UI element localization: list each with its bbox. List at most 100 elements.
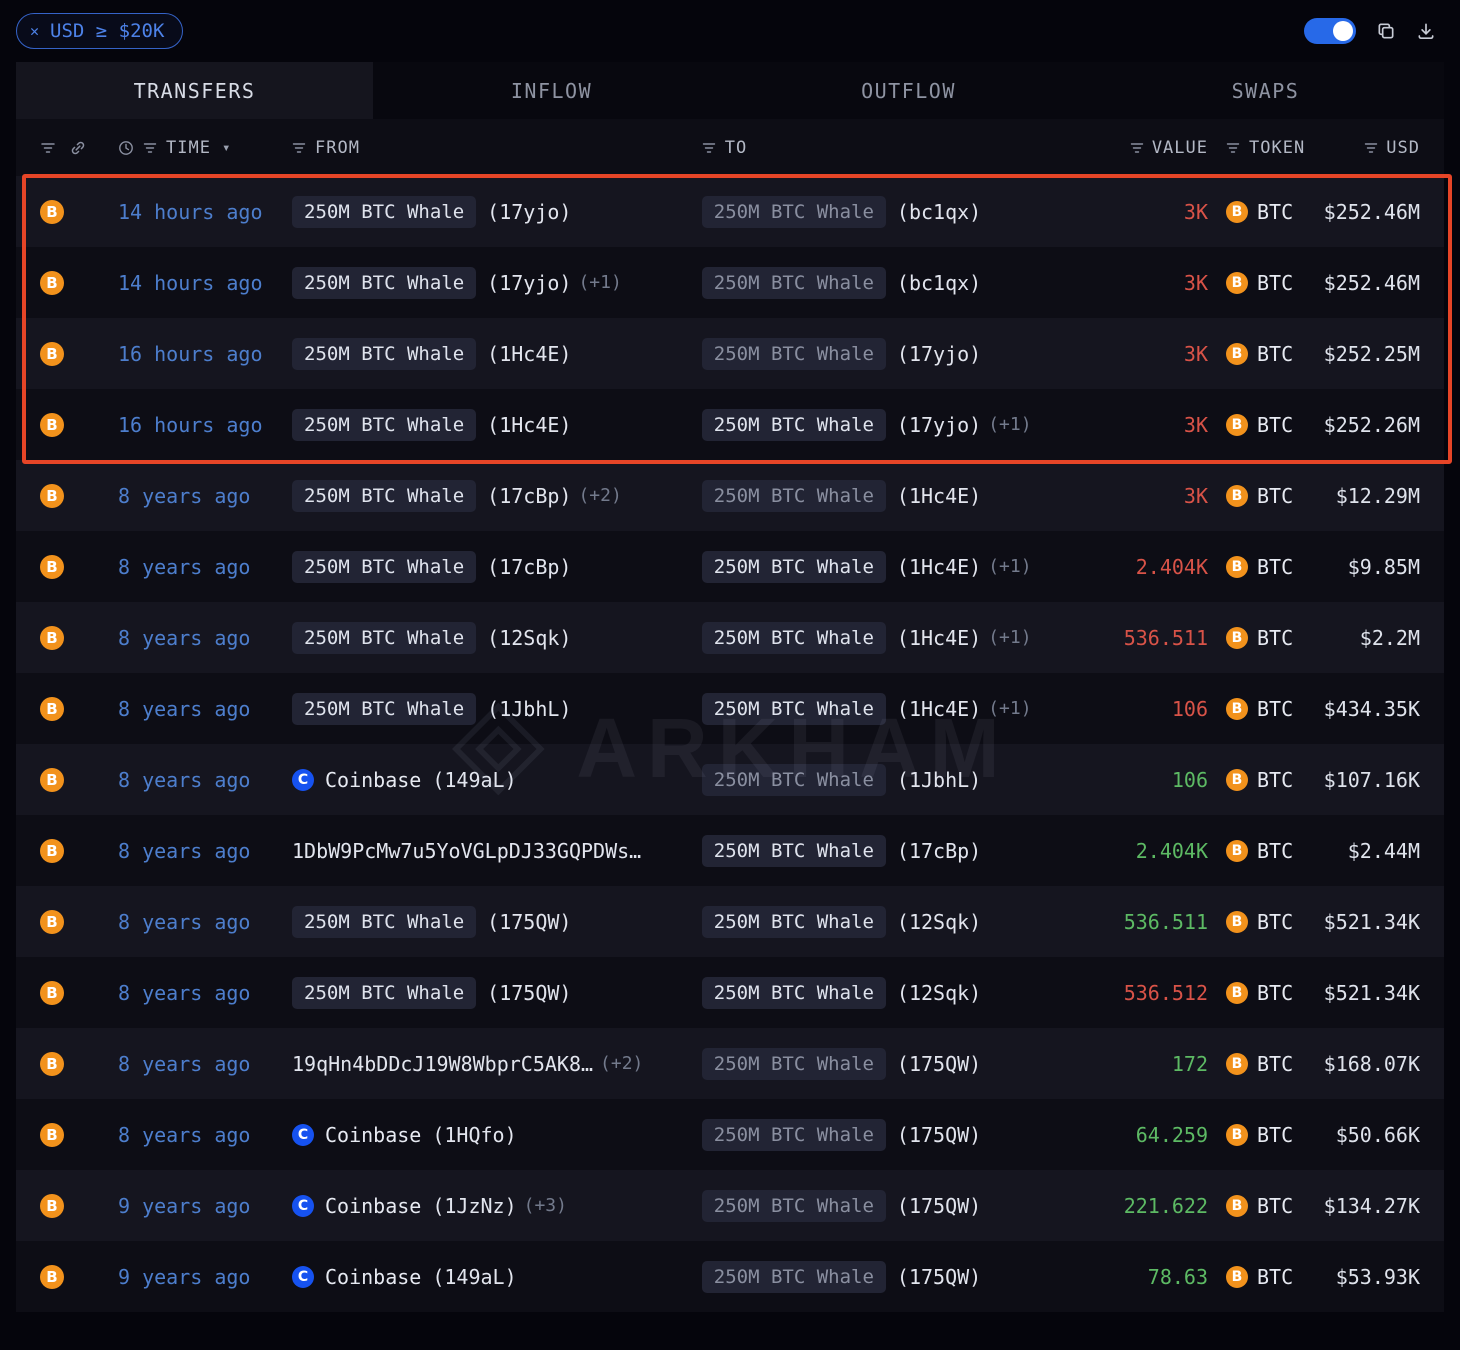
filter-icon[interactable] bbox=[1364, 141, 1378, 155]
entity-badge[interactable]: 250M BTC Whale bbox=[702, 480, 886, 512]
table-row[interactable]: B 8 years ago 250M BTC Whale(17cBp) 250M… bbox=[16, 531, 1444, 602]
entity-badge[interactable]: 250M BTC Whale bbox=[702, 409, 886, 441]
filter-icon[interactable] bbox=[1226, 141, 1240, 155]
address-short[interactable]: (149aL) bbox=[432, 1265, 516, 1289]
table-row[interactable]: B 8 years ago 250M BTC Whale(1JbhL) 250M… bbox=[16, 673, 1444, 744]
tab-outflow[interactable]: OUTFLOW bbox=[730, 62, 1087, 119]
entity-badge[interactable]: 250M BTC Whale bbox=[292, 196, 476, 228]
entity-badge[interactable]: 250M BTC Whale bbox=[292, 906, 476, 938]
address-short[interactable]: (12Sqk) bbox=[897, 981, 981, 1005]
header-usd[interactable]: USD bbox=[1316, 138, 1420, 158]
entity-name[interactable]: Coinbase bbox=[325, 768, 421, 792]
table-row[interactable]: B 16 hours ago 250M BTC Whale(1Hc4E) 250… bbox=[16, 318, 1444, 389]
address-short[interactable]: (1Hc4E) bbox=[897, 626, 981, 650]
entity-badge[interactable]: 250M BTC Whale bbox=[702, 196, 886, 228]
entity-badge[interactable]: 250M BTC Whale bbox=[292, 977, 476, 1009]
address-short[interactable]: (17yjo) bbox=[897, 342, 981, 366]
address-short[interactable]: (1Hc4E) bbox=[487, 413, 571, 437]
row-time[interactable]: 8 years ago bbox=[118, 555, 292, 579]
filter-lines-icon[interactable] bbox=[40, 140, 56, 156]
address-short[interactable]: (175QW) bbox=[897, 1052, 981, 1076]
address-short[interactable]: (1JzNz) bbox=[432, 1194, 516, 1218]
filter-icon[interactable] bbox=[702, 141, 716, 155]
tab-inflow[interactable]: INFLOW bbox=[373, 62, 730, 119]
address-short[interactable]: (1Hc4E) bbox=[897, 484, 981, 508]
table-row[interactable]: B 8 years ago 19qHn4bDDcJ19W8WbprC5AK8…(… bbox=[16, 1028, 1444, 1099]
table-row[interactable]: B 8 years ago 1DbW9PcMw7u5YoVGLpDJ33GQPD… bbox=[16, 815, 1444, 886]
address-text[interactable]: 19qHn4bDDcJ19W8WbprC5AK8… bbox=[292, 1052, 593, 1076]
row-time[interactable]: 16 hours ago bbox=[118, 342, 292, 366]
table-row[interactable]: B 16 hours ago 250M BTC Whale(1Hc4E) 250… bbox=[16, 389, 1444, 460]
address-short[interactable]: (17yjo) bbox=[487, 200, 571, 224]
header-token[interactable]: TOKEN bbox=[1208, 138, 1316, 158]
row-time[interactable]: 8 years ago bbox=[118, 697, 292, 721]
entity-badge[interactable]: 250M BTC Whale bbox=[702, 338, 886, 370]
row-time[interactable]: 8 years ago bbox=[118, 839, 292, 863]
address-short[interactable]: (12Sqk) bbox=[487, 626, 571, 650]
row-time[interactable]: 14 hours ago bbox=[118, 200, 292, 224]
header-to[interactable]: TO bbox=[702, 138, 1092, 158]
table-row[interactable]: B 8 years ago CCoinbase(149aL) 250M BTC … bbox=[16, 744, 1444, 815]
tab-transfers[interactable]: TRANSFERS bbox=[16, 62, 373, 119]
table-row[interactable]: B 8 years ago 250M BTC Whale(12Sqk) 250M… bbox=[16, 602, 1444, 673]
address-short[interactable]: (175QW) bbox=[487, 910, 571, 934]
table-row[interactable]: B 8 years ago 250M BTC Whale(175QW) 250M… bbox=[16, 957, 1444, 1028]
header-from[interactable]: FROM bbox=[292, 138, 702, 158]
row-time[interactable]: 9 years ago bbox=[118, 1265, 292, 1289]
row-time[interactable]: 8 years ago bbox=[118, 626, 292, 650]
address-short[interactable]: (17cBp) bbox=[487, 484, 571, 508]
table-row[interactable]: B 8 years ago CCoinbase(1HQfo) 250M BTC … bbox=[16, 1099, 1444, 1170]
row-time[interactable]: 9 years ago bbox=[118, 1194, 292, 1218]
entity-badge[interactable]: 250M BTC Whale bbox=[292, 409, 476, 441]
entity-badge[interactable]: 250M BTC Whale bbox=[702, 693, 886, 725]
table-row[interactable]: B 8 years ago 250M BTC Whale(17cBp)(+2) … bbox=[16, 460, 1444, 531]
address-short[interactable]: (12Sqk) bbox=[897, 910, 981, 934]
filter-icon[interactable] bbox=[292, 141, 306, 155]
row-time[interactable]: 16 hours ago bbox=[118, 413, 292, 437]
address-short[interactable]: (175QW) bbox=[897, 1265, 981, 1289]
address-text[interactable]: 1DbW9PcMw7u5YoVGLpDJ33GQPDWs… bbox=[292, 839, 641, 863]
address-short[interactable]: (1HQfo) bbox=[432, 1123, 516, 1147]
header-time[interactable]: TIME ▾ bbox=[118, 138, 292, 158]
entity-badge[interactable]: 250M BTC Whale bbox=[292, 622, 476, 654]
entity-name[interactable]: Coinbase bbox=[325, 1123, 421, 1147]
filter-icon[interactable] bbox=[1130, 141, 1144, 155]
filter-icon[interactable] bbox=[143, 141, 157, 155]
address-short[interactable]: (1Hc4E) bbox=[897, 555, 981, 579]
table-row[interactable]: B 14 hours ago 250M BTC Whale(17yjo) 250… bbox=[16, 176, 1444, 247]
close-icon[interactable]: ✕ bbox=[30, 24, 39, 39]
address-short[interactable]: (175QW) bbox=[897, 1123, 981, 1147]
entity-badge[interactable]: 250M BTC Whale bbox=[702, 1048, 886, 1080]
entity-badge[interactable]: 250M BTC Whale bbox=[702, 1190, 886, 1222]
header-value[interactable]: VALUE bbox=[1092, 138, 1208, 158]
address-short[interactable]: (bc1qx) bbox=[897, 200, 981, 224]
usd-filter-chip[interactable]: ✕ USD ≥ $20K bbox=[16, 13, 183, 49]
entity-badge[interactable]: 250M BTC Whale bbox=[702, 267, 886, 299]
copy-icon[interactable] bbox=[1376, 21, 1396, 41]
download-icon[interactable] bbox=[1416, 21, 1436, 41]
address-short[interactable]: (17cBp) bbox=[897, 839, 981, 863]
entity-badge[interactable]: 250M BTC Whale bbox=[702, 906, 886, 938]
entity-badge[interactable]: 250M BTC Whale bbox=[292, 338, 476, 370]
row-time[interactable]: 8 years ago bbox=[118, 981, 292, 1005]
table-row[interactable]: B 8 years ago 250M BTC Whale(175QW) 250M… bbox=[16, 886, 1444, 957]
address-short[interactable]: (175QW) bbox=[897, 1194, 981, 1218]
entity-name[interactable]: Coinbase bbox=[325, 1265, 421, 1289]
address-short[interactable]: (bc1qx) bbox=[897, 271, 981, 295]
entity-badge[interactable]: 250M BTC Whale bbox=[702, 764, 886, 796]
table-row[interactable]: B 9 years ago CCoinbase(1JzNz)(+3) 250M … bbox=[16, 1170, 1444, 1241]
address-short[interactable]: (1JbhL) bbox=[487, 697, 571, 721]
entity-badge[interactable]: 250M BTC Whale bbox=[702, 1119, 886, 1151]
tab-swaps[interactable]: SWAPS bbox=[1087, 62, 1444, 119]
entity-badge[interactable]: 250M BTC Whale bbox=[702, 622, 886, 654]
row-time[interactable]: 8 years ago bbox=[118, 768, 292, 792]
table-row[interactable]: B 14 hours ago 250M BTC Whale(17yjo)(+1)… bbox=[16, 247, 1444, 318]
address-short[interactable]: (1JbhL) bbox=[897, 768, 981, 792]
entity-badge[interactable]: 250M BTC Whale bbox=[702, 977, 886, 1009]
row-time[interactable]: 8 years ago bbox=[118, 484, 292, 508]
address-short[interactable]: (1Hc4E) bbox=[897, 697, 981, 721]
table-row[interactable]: B 9 years ago CCoinbase(149aL) 250M BTC … bbox=[16, 1241, 1444, 1312]
toggle-switch[interactable] bbox=[1304, 18, 1356, 44]
entity-badge[interactable]: 250M BTC Whale bbox=[292, 693, 476, 725]
entity-badge[interactable]: 250M BTC Whale bbox=[292, 480, 476, 512]
